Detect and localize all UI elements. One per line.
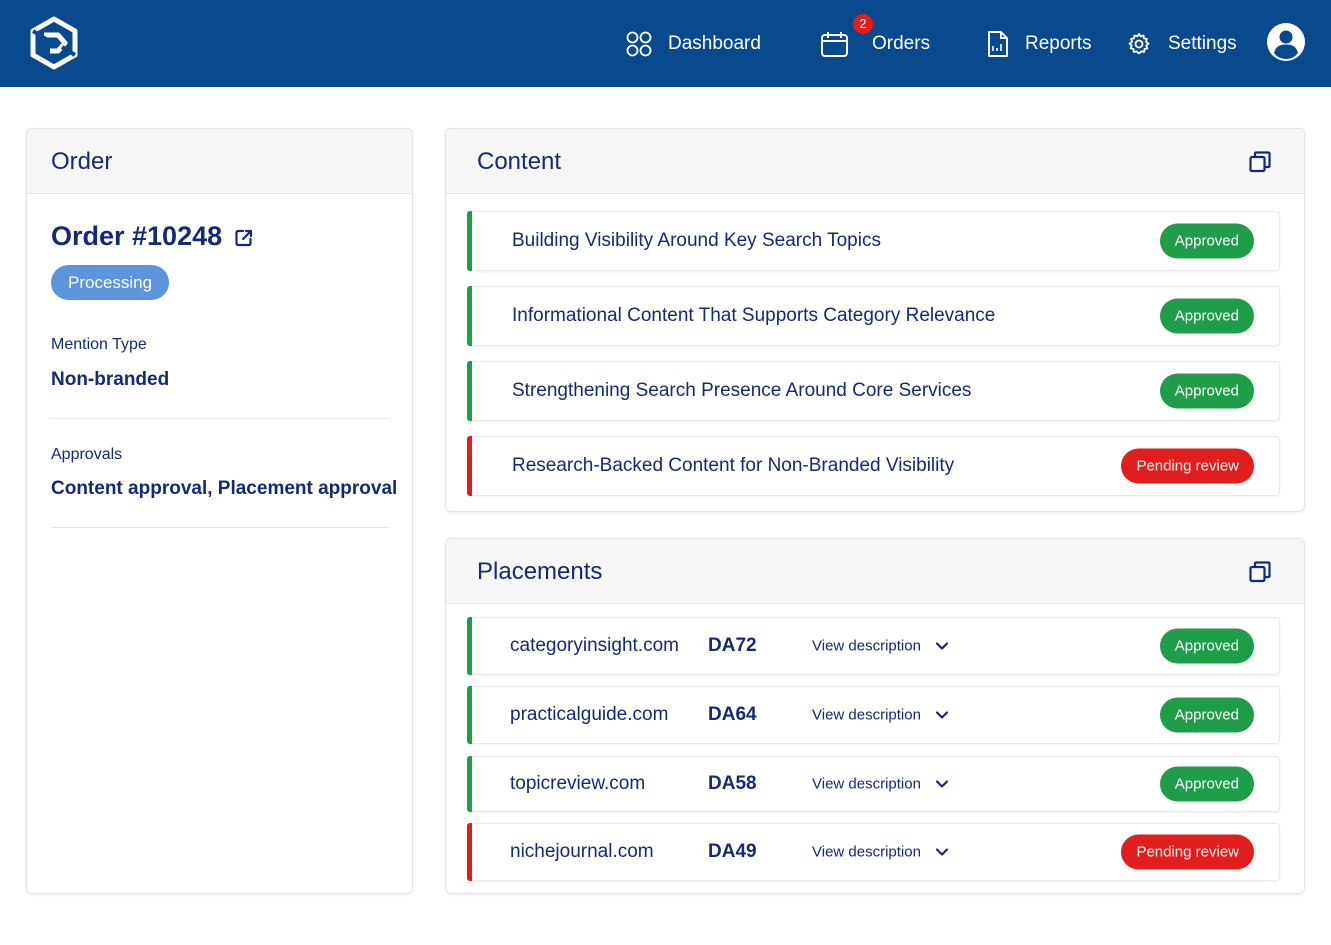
placements-card: Placements categoryinsight.com DA72 View… [445,538,1305,894]
view-description-toggle[interactable]: View description [812,638,949,655]
placement-row: categoryinsight.com DA72 View descriptio… [467,617,1280,675]
status-badge: Approved [1159,223,1254,259]
order-card-title: Order [51,148,113,175]
status-badge: Pending review [1121,834,1254,870]
calendar-icon [821,31,848,57]
nav-reports-label: Reports [1025,32,1092,54]
copy-icon[interactable] [1248,560,1272,584]
placement-domain-authority: DA72 [708,635,757,656]
status-badge: Approved [1159,373,1254,409]
placement-row: nichejournal.com DA49 View description P… [467,823,1280,881]
placement-domain-authority: DA58 [708,773,757,794]
order-number: Order #10248 [51,221,223,251]
view-description-toggle[interactable]: View description [812,844,949,861]
mention-type-value: Non-branded [51,369,170,390]
content-card: Content Building Visibility Around Key S… [445,128,1305,512]
placements-card-header: Placements [446,539,1304,604]
content-card-title: Content [477,148,562,175]
view-description-label: View description [812,706,921,724]
user-avatar-icon[interactable] [1266,22,1306,62]
content-card-header: Content [446,129,1304,194]
mention-type-label: Mention Type [51,336,147,353]
copy-icon[interactable] [1248,150,1272,174]
view-description-label: View description [812,637,921,655]
external-link-icon[interactable] [234,228,254,248]
top-navigation-bar: Dashboard 2 Orders Reports Settings [0,0,1331,87]
placement-domain: nichejournal.com [510,841,654,862]
placement-row: practicalguide.com DA64 View description… [467,686,1280,744]
gear-icon [1128,32,1150,54]
nav-dashboard-label: Dashboard [668,32,761,54]
nav-orders-label: Orders [872,32,931,54]
content-row[interactable]: Strengthening Search Presence Around Cor… [467,361,1280,421]
order-divider [51,418,390,419]
placement-domain: categoryinsight.com [510,635,679,656]
nav-settings[interactable]: Settings [1127,0,1237,87]
brand-logo-icon[interactable] [28,16,80,70]
content-row[interactable]: Research-Backed Content for Non-Branded … [467,436,1280,496]
content-title: Research-Backed Content for Non-Branded … [512,455,955,476]
chevron-down-icon [935,642,949,650]
order-card-header: Order [27,129,412,194]
status-badge: Approved [1159,628,1254,664]
placement-domain-authority: DA64 [708,704,757,725]
approvals-value: Content approval, Placement approval [51,478,398,499]
view-description-label: View description [812,775,921,793]
status-badge: Approved [1159,298,1254,334]
content-title: Building Visibility Around Key Search To… [512,230,881,251]
grid-icon [626,31,652,56]
view-description-label: View description [812,843,921,861]
chevron-down-icon [935,780,949,788]
order-divider [51,527,390,528]
content-title: Informational Content That Supports Cate… [512,305,996,326]
placement-domain: topicreview.com [510,773,646,794]
orders-count-badge: 2 [853,13,873,34]
report-icon [988,30,1008,57]
chevron-down-icon [935,848,949,856]
view-description-toggle[interactable]: View description [812,707,949,724]
status-badge: Approved [1159,697,1254,733]
nav-dashboard[interactable]: Dashboard [626,0,761,87]
status-badge: Approved [1159,766,1254,802]
order-status-badge: Processing [51,265,170,300]
placements-card-title: Placements [477,558,603,585]
nav-reports[interactable]: Reports [986,0,1092,87]
nav-orders[interactable]: 2 Orders [820,0,930,87]
chevron-down-icon [935,711,949,719]
placement-row: topicreview.com DA58 View description Ap… [467,756,1280,812]
nav-settings-label: Settings [1168,32,1237,54]
order-card: Order Order #10248 Processing Mention Ty… [26,128,413,894]
content-title: Strengthening Search Presence Around Cor… [512,380,972,401]
content-row[interactable]: Building Visibility Around Key Search To… [467,211,1280,271]
approvals-label: Approvals [51,446,123,463]
placement-domain: practicalguide.com [510,704,669,725]
status-badge: Pending review [1121,448,1254,484]
view-description-toggle[interactable]: View description [812,776,949,793]
content-row[interactable]: Informational Content That Supports Cate… [467,286,1280,346]
placement-domain-authority: DA49 [708,841,757,862]
